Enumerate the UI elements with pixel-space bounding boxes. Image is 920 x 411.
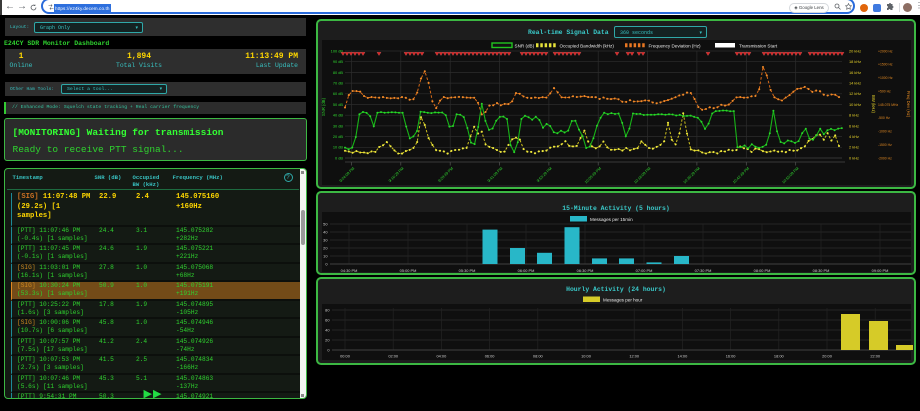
svg-text:10 dB: 10 dB — [333, 145, 344, 150]
svg-text:+1000 Hz: +1000 Hz — [878, 76, 893, 80]
svg-text:8 kHz: 8 kHz — [849, 113, 859, 118]
svg-text:04:30 PM: 04:30 PM — [341, 268, 358, 272]
svg-text:02:00: 02:00 — [388, 354, 399, 359]
svg-text:Freq Dev (Hz): Freq Dev (Hz) — [906, 91, 911, 118]
svg-text:60 dB: 60 dB — [333, 91, 344, 96]
svg-text:09:00 PM: 09:00 PM — [872, 268, 889, 272]
svg-text:06:00: 06:00 — [485, 354, 496, 359]
svg-text:12 kHz: 12 kHz — [849, 91, 861, 96]
svg-text:07:30 PM: 07:30 PM — [695, 268, 712, 272]
svg-text:-1500 Hz: -1500 Hz — [878, 143, 892, 147]
svg-text:145.075 MHz: 145.075 MHz — [878, 103, 898, 107]
svg-text:Occupied Bandwidth (kHz): Occupied Bandwidth (kHz) — [560, 43, 615, 48]
svg-text:08:00 PM: 08:00 PM — [754, 268, 771, 272]
svg-text:16 kHz: 16 kHz — [849, 70, 861, 75]
svg-text:18 kHz: 18 kHz — [849, 59, 861, 64]
svg-text:20 kHz: 20 kHz — [849, 48, 861, 53]
svg-text:22:00: 22:00 — [870, 354, 881, 359]
svg-text:Messages per hour: Messages per hour — [603, 298, 643, 303]
svg-text:-2000 Hz: -2000 Hz — [878, 156, 892, 160]
svg-text:10 kHz: 10 kHz — [849, 102, 861, 107]
svg-text:20:00: 20:00 — [822, 354, 833, 359]
svg-text:40 dB: 40 dB — [333, 113, 344, 118]
svg-text:00:00: 00:00 — [340, 354, 351, 359]
svg-text:SNR (dB): SNR (dB) — [515, 43, 535, 48]
svg-text:20 dB: 20 dB — [333, 134, 344, 139]
svg-text:Messages per 15min: Messages per 15min — [590, 217, 633, 222]
svg-text:14:00: 14:00 — [678, 354, 689, 359]
svg-text:SNR (dB): SNR (dB) — [321, 97, 326, 116]
svg-text:30 dB: 30 dB — [333, 123, 344, 128]
svg-text:+500 Hz: +500 Hz — [878, 89, 891, 93]
svg-text:06:30 PM: 06:30 PM — [577, 268, 594, 272]
svg-text:10:00: 10:00 — [581, 354, 592, 359]
svg-text:80 dB: 80 dB — [333, 70, 344, 75]
svg-text:-1000 Hz: -1000 Hz — [878, 130, 892, 134]
svg-text:05:00 PM: 05:00 PM — [400, 268, 417, 272]
svg-text:14 kHz: 14 kHz — [849, 81, 861, 86]
svg-text:BW (kHz): BW (kHz) — [871, 95, 876, 114]
svg-text:16:00: 16:00 — [726, 354, 737, 359]
svg-text:+1500 Hz: +1500 Hz — [878, 63, 893, 67]
svg-text:6 kHz: 6 kHz — [849, 123, 859, 128]
svg-text:04:00: 04:00 — [437, 354, 448, 359]
svg-text:2 kHz: 2 kHz — [849, 145, 859, 150]
svg-text:+2000 Hz: +2000 Hz — [878, 49, 893, 53]
svg-text:0 dB: 0 dB — [335, 155, 343, 160]
svg-text:90 dB: 90 dB — [333, 59, 344, 64]
svg-text:12:00: 12:00 — [629, 354, 640, 359]
svg-text:-500 Hz: -500 Hz — [878, 116, 890, 120]
svg-text:18:00: 18:00 — [774, 354, 785, 359]
svg-text:08:00: 08:00 — [533, 354, 544, 359]
svg-text:4 kHz: 4 kHz — [849, 134, 859, 139]
svg-text:Transmission Start: Transmission Start — [739, 43, 778, 48]
svg-text:06:00 PM: 06:00 PM — [518, 268, 535, 272]
svg-text:50 dB: 50 dB — [333, 102, 344, 107]
svg-text:70 dB: 70 dB — [333, 81, 344, 86]
svg-text:07:00 PM: 07:00 PM — [636, 268, 653, 272]
svg-text:05:30 PM: 05:30 PM — [459, 268, 476, 272]
svg-text:0 kHz: 0 kHz — [849, 155, 859, 160]
svg-text:Frequency Deviation (Hz): Frequency Deviation (Hz) — [649, 43, 702, 48]
svg-text:08:30 PM: 08:30 PM — [813, 268, 830, 272]
